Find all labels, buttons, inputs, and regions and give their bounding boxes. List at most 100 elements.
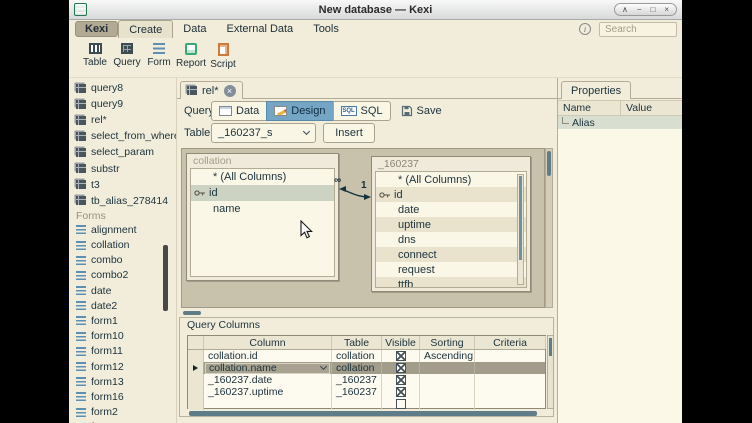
sidebar-form-item[interactable]: date2 <box>69 298 176 313</box>
table-box-160237[interactable]: _160237 * (All Columns) id date uptime d… <box>371 156 531 292</box>
kexi-menu-button[interactable]: Kexi <box>75 21 118 37</box>
column-combobox[interactable]: collation.name <box>205 363 330 374</box>
sidebar-query-item[interactable]: tb_alias_278414 <box>69 193 176 209</box>
field-id[interactable]: id <box>191 185 334 201</box>
field-list-scrollbar[interactable] <box>517 174 524 285</box>
row-header[interactable] <box>188 350 204 362</box>
field-all-columns[interactable]: * (All Columns) <box>376 172 526 187</box>
sidebar-form-item[interactable]: form10 <box>69 329 176 344</box>
sidebar-form-item[interactable]: form1 <box>69 313 176 328</box>
cell-table[interactable] <box>332 398 382 410</box>
sidebar-form-item[interactable]: combo2 <box>69 268 176 283</box>
cell-criteria[interactable] <box>475 362 546 374</box>
sidebar-form-item[interactable]: form11 <box>69 344 176 359</box>
design-view-button[interactable]: Design <box>266 101 333 121</box>
sidebar-query-item[interactable]: select_from_where <box>69 128 176 144</box>
header-value[interactable]: Value <box>621 101 682 115</box>
sidebar-query-item[interactable]: t3 <box>69 177 176 193</box>
create-form-button[interactable]: Form <box>143 38 175 77</box>
property-row-alias[interactable]: Alias <box>558 116 682 129</box>
row-header[interactable] <box>188 386 204 398</box>
tab-properties[interactable]: Properties <box>561 81 631 99</box>
info-icon[interactable]: i <box>579 23 591 35</box>
tab-create[interactable]: Create <box>118 20 173 38</box>
field-uptime[interactable]: uptime <box>376 217 526 232</box>
cell-visible[interactable] <box>382 398 420 410</box>
sidebar-form-item[interactable]: form16 <box>69 389 176 404</box>
row-header[interactable] <box>188 398 204 410</box>
field-id[interactable]: id <box>376 187 526 202</box>
cell-column[interactable] <box>204 398 332 410</box>
field-all-columns[interactable]: * (All Columns) <box>191 169 334 185</box>
checkbox-checked-icon[interactable] <box>396 351 406 361</box>
header-name[interactable]: Name <box>558 101 621 115</box>
cell-column[interactable]: _160237.uptime <box>204 386 332 398</box>
cell-column[interactable]: _160237.date <box>204 374 332 386</box>
sidebar-query-item[interactable]: select_param <box>69 144 176 160</box>
shade-icon[interactable]: ∧ <box>622 6 628 14</box>
field-request[interactable]: request <box>376 262 526 277</box>
field-date[interactable]: date <box>376 202 526 217</box>
table-combobox[interactable]: _160237_s <box>211 123 316 143</box>
cell-criteria[interactable] <box>475 398 546 410</box>
relation-canvas[interactable]: collation * (All Columns) id name _16023… <box>181 148 545 308</box>
header-sorting[interactable]: Sorting <box>420 336 475 349</box>
cell-visible[interactable] <box>382 374 420 386</box>
cell-sorting[interactable] <box>420 386 475 398</box>
cell-criteria[interactable] <box>475 350 546 362</box>
cell-column[interactable]: collation.id <box>204 350 332 362</box>
header-column[interactable]: Column <box>204 336 332 349</box>
document-tab-rel[interactable]: rel* × <box>180 81 243 99</box>
cell-table[interactable]: _160237 <box>332 386 382 398</box>
table-box-collation[interactable]: collation * (All Columns) id name <box>186 153 339 281</box>
header-visible[interactable]: Visible <box>382 336 420 349</box>
scrollbar-thumb[interactable] <box>519 176 522 260</box>
sidebar-form-item[interactable]: combo <box>69 253 176 268</box>
sidebar-query-item[interactable]: query8 <box>69 80 176 96</box>
sidebar-query-item[interactable]: query9 <box>69 96 176 112</box>
checkbox-unchecked-icon[interactable] <box>396 399 406 409</box>
sql-view-button[interactable]: SQL SQL <box>333 101 391 121</box>
sidebar-form-item[interactable]: alignment <box>69 222 176 237</box>
create-table-button[interactable]: Table <box>79 38 111 77</box>
maximize-icon[interactable]: □ <box>650 6 655 14</box>
sidebar-form-item[interactable]: form13 <box>69 374 176 389</box>
cell-table[interactable]: collation <box>332 350 382 362</box>
search-input[interactable] <box>599 22 677 37</box>
checkbox-checked-icon[interactable] <box>396 375 406 385</box>
cell-sorting[interactable] <box>420 398 475 410</box>
header-criteria[interactable]: Criteria <box>475 336 546 349</box>
cell-table[interactable]: collation <box>332 362 382 374</box>
grid-vertical-scrollbar[interactable] <box>547 335 554 409</box>
cell-table[interactable]: _160237 <box>332 374 382 386</box>
close-icon[interactable]: × <box>664 6 669 14</box>
sidebar-form-item[interactable]: form12 <box>69 359 176 374</box>
grid-horizontal-scrollbar[interactable] <box>187 410 546 417</box>
scrollbar-thumb[interactable] <box>549 338 552 356</box>
create-query-button[interactable]: Query <box>111 38 143 77</box>
scrollbar-thumb[interactable] <box>189 411 537 416</box>
checkbox-checked-icon[interactable] <box>396 363 406 373</box>
cell-visible[interactable] <box>382 386 420 398</box>
sidebar-scrollbar[interactable] <box>163 245 168 311</box>
data-view-button[interactable]: Data <box>211 101 267 121</box>
save-button[interactable]: Save <box>401 105 442 117</box>
sidebar-form-item[interactable]: collation <box>69 237 176 252</box>
table-box-title[interactable]: _160237 <box>372 157 530 171</box>
header-table[interactable]: Table <box>332 336 382 349</box>
tab-tools[interactable]: Tools <box>303 20 349 38</box>
tab-close-icon[interactable]: × <box>224 85 236 97</box>
field-name[interactable]: name <box>191 201 334 217</box>
sidebar-form-item[interactable]: date <box>69 283 176 298</box>
canvas-horizontal-scrollbar[interactable] <box>181 310 545 316</box>
scrollbar-thumb[interactable] <box>183 311 201 315</box>
scrollbar-thumb[interactable] <box>547 151 551 176</box>
insert-button[interactable]: Insert <box>323 123 375 143</box>
field-dns[interactable]: dns <box>376 232 526 247</box>
row-header[interactable] <box>188 362 204 374</box>
tab-data[interactable]: Data <box>173 20 216 38</box>
cell-column[interactable]: collation.name <box>204 362 332 374</box>
create-report-button[interactable]: Report <box>175 38 207 77</box>
cell-visible[interactable] <box>382 350 420 362</box>
field-connect[interactable]: connect <box>376 247 526 262</box>
